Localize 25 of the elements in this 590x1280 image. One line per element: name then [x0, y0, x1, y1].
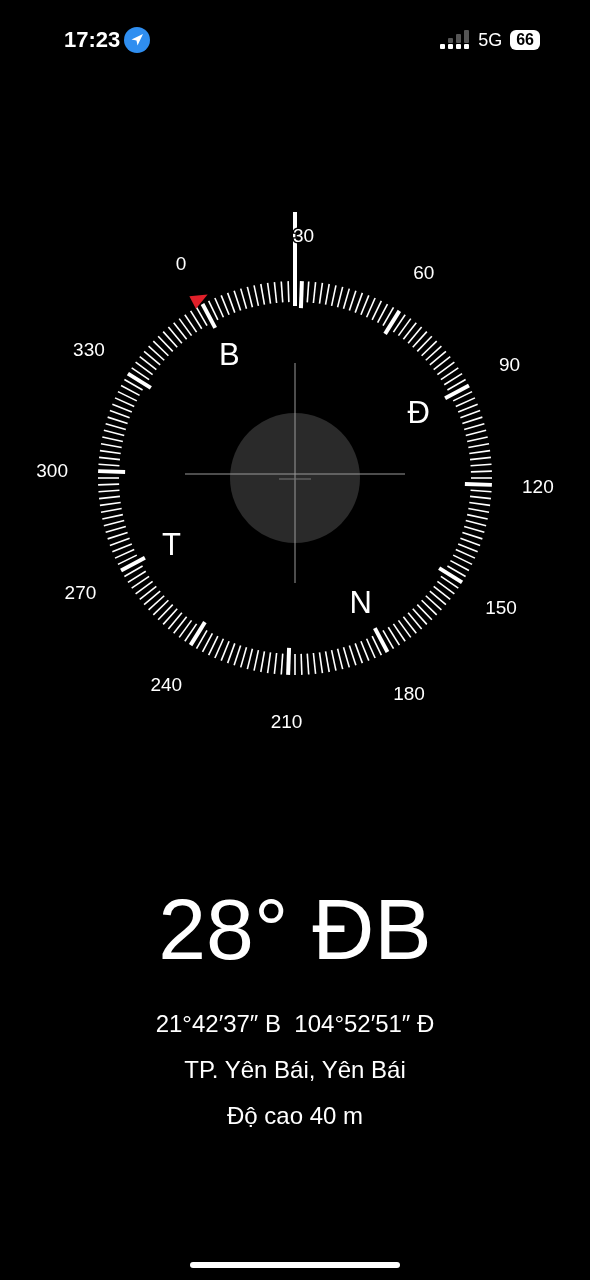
status-time: 17:23 — [64, 27, 121, 53]
north-marker-icon — [189, 294, 208, 309]
signal-icon — [440, 30, 471, 50]
degree-label: 120 — [522, 476, 554, 498]
degree-label: 300 — [36, 459, 68, 481]
cardinal-label: T — [161, 526, 181, 562]
degree-label: 270 — [64, 582, 97, 604]
degree-label: 330 — [73, 339, 105, 361]
network-type: 5G — [478, 29, 503, 51]
cardinal-label: N — [349, 584, 372, 620]
coordinates-text: 21°42′37″ B 104°52′51″ Đ — [155, 1009, 435, 1039]
cardinal-label: B — [218, 337, 240, 373]
degree-label: 150 — [485, 596, 517, 618]
degree-label: 60 — [413, 261, 435, 283]
location-text: TP. Yên Bái, Yên Bái — [184, 1055, 406, 1085]
degree-label: 240 — [150, 674, 183, 696]
degree-label: 90 — [499, 353, 521, 375]
home-indicator[interactable] — [190, 1262, 400, 1268]
battery-indicator: 66 — [510, 30, 540, 50]
cardinal-label: Đ — [407, 395, 430, 431]
degree-label: 180 — [393, 682, 425, 704]
heading-readout: 28° ĐB — [158, 880, 432, 979]
altitude-text: Độ cao 40 m — [226, 1101, 364, 1131]
degree-label: 210 — [270, 710, 303, 732]
degree-label: 0 — [175, 253, 187, 275]
